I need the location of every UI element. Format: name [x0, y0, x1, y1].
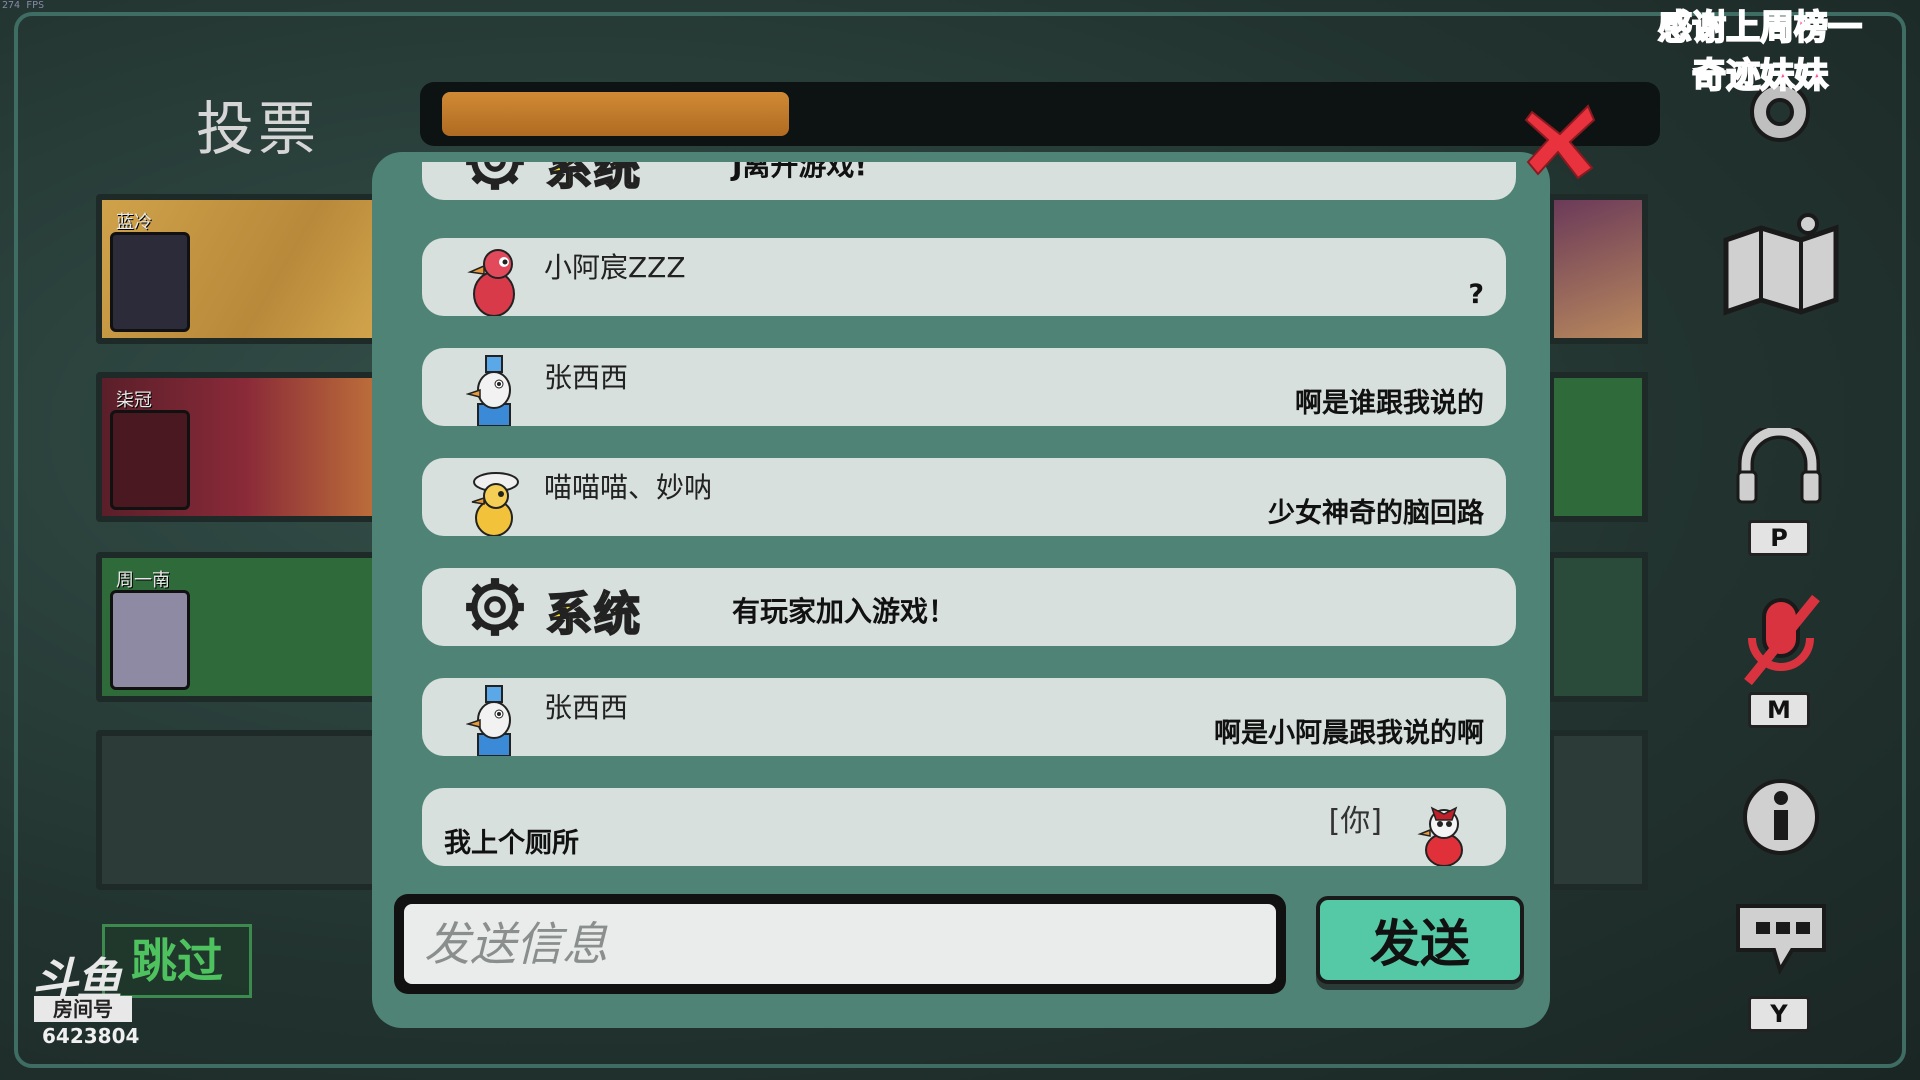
chat-input-wrapper	[394, 894, 1286, 994]
chat-input[interactable]	[404, 904, 1276, 984]
skip-vote-button[interactable]: 跳过	[102, 924, 252, 998]
white-goose-avatar	[1417, 806, 1463, 866]
system-text: 有玩家加入游戏！	[732, 595, 957, 628]
chat-message-self: [你] 我上个厕所	[422, 788, 1506, 866]
chat-bubble-icon[interactable]	[1734, 900, 1828, 980]
player-avatar	[110, 590, 190, 690]
voice-key-badge: P	[1748, 520, 1810, 556]
self-tag: [你]	[1328, 804, 1382, 839]
player-card[interactable]	[1548, 194, 1648, 344]
room-label: 房间号	[34, 996, 132, 1022]
gear-icon	[466, 578, 524, 636]
blue-goose-avatar	[466, 355, 511, 426]
player-card[interactable]	[1548, 372, 1648, 522]
message-text: 我上个厕所	[444, 828, 579, 859]
chat-key-badge: Y	[1748, 996, 1810, 1032]
player-card-empty	[96, 730, 396, 890]
chat-message: 张西西 啊是谁跟我说的	[422, 348, 1506, 426]
mic-muted-icon[interactable]	[1736, 590, 1826, 690]
chat-message: 张西西 啊是小阿晨跟我说的啊	[422, 678, 1506, 756]
info-icon[interactable]	[1740, 776, 1822, 858]
message-text: 啊是谁跟我说的	[1295, 388, 1484, 419]
player-avatar	[110, 232, 190, 332]
sender-name: 张西西	[544, 691, 629, 724]
sender-name: 张西西	[544, 361, 629, 394]
sender-name: 小阿宸ZZZ	[544, 251, 686, 284]
room-number: 6423804	[42, 1024, 140, 1048]
map-icon[interactable]	[1716, 210, 1846, 320]
player-name: 周一南	[116, 570, 170, 591]
message-text: 啊是小阿晨跟我说的啊	[1214, 718, 1484, 749]
message-text: ?	[1468, 279, 1484, 310]
player-card[interactable]	[1548, 552, 1648, 702]
chat-message: 喵喵喵、妙呐 少女神奇的脑回路	[422, 458, 1506, 536]
player-card-empty	[1548, 730, 1648, 890]
player-name: 柒冠	[116, 390, 152, 411]
vote-timer-fill	[442, 92, 789, 136]
message-text: 少女神奇的脑回路	[1268, 498, 1484, 529]
close-icon[interactable]	[1524, 100, 1596, 182]
red-goose-avatar	[467, 249, 515, 316]
player-name: 蓝冷	[116, 212, 152, 233]
blue-goose-avatar	[466, 685, 511, 756]
chat-message: 小阿宸ZZZ ?	[422, 238, 1506, 316]
system-text: J离开游戏!	[732, 162, 868, 182]
send-button[interactable]: 发送	[1316, 896, 1524, 984]
chat-message-system: 系统 J离开游戏!	[422, 162, 1516, 200]
yellow-goose-avatar	[471, 472, 519, 536]
player-card[interactable]: 柒冠	[96, 372, 396, 522]
chat-message-list[interactable]: 系统 J离开游戏! 小阿宸ZZZ ? 张西西 啊是谁跟我说的 喵喵喵、妙呐 少女…	[422, 162, 1518, 868]
player-card[interactable]: 蓝冷	[96, 194, 396, 344]
gear-icon	[466, 162, 524, 190]
stream-banner: 感谢上周榜一 奇迹妹妹	[1634, 4, 1886, 100]
player-avatar	[110, 410, 190, 510]
system-label: 系统	[545, 162, 642, 196]
vote-timer-bar	[420, 82, 1660, 146]
headphones-icon[interactable]	[1736, 428, 1822, 504]
sender-name: 喵喵喵、妙呐	[544, 471, 713, 504]
banner-line: 奇迹妹妹	[1691, 55, 1829, 97]
vote-title: 投票	[196, 95, 321, 163]
fps-counter: 274 FPS	[2, 0, 45, 11]
chat-message-system: 系统 有玩家加入游戏！	[422, 568, 1516, 646]
system-label: 系统	[545, 586, 642, 642]
player-card[interactable]: 周一南	[96, 552, 396, 702]
chat-panel: 系统 J离开游戏! 小阿宸ZZZ ? 张西西 啊是谁跟我说的 喵喵喵、妙呐 少女…	[372, 152, 1550, 1028]
mute-key-badge: M	[1748, 692, 1810, 728]
banner-line: 感谢上周榜一	[1657, 7, 1863, 49]
